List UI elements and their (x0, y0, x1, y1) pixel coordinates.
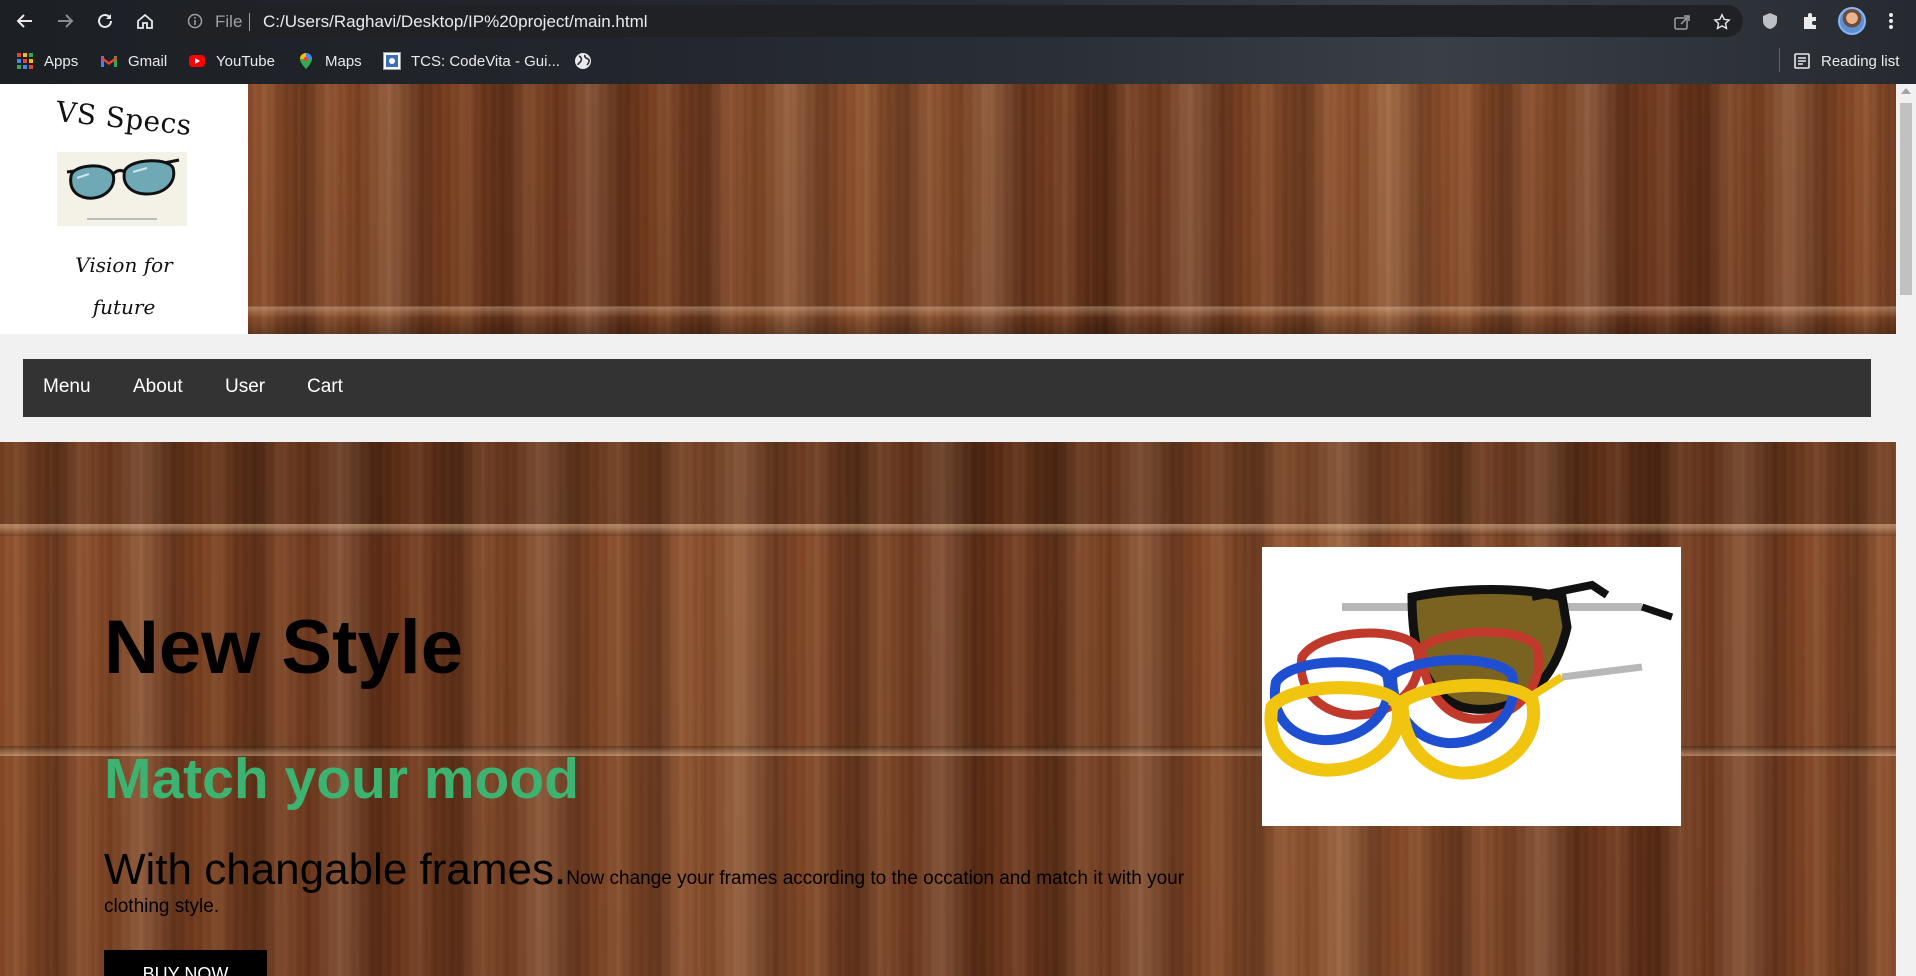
hero-top-band (0, 442, 1896, 526)
browser-toolbar: File C:/Users/Raghavi/Desktop/IP%20proje… (0, 0, 1916, 42)
address-bar[interactable]: File C:/Users/Raghavi/Desktop/IP%20proje… (173, 5, 1743, 37)
gmail-icon (101, 56, 117, 67)
codevita-icon (383, 52, 401, 70)
scheme-label: File (215, 12, 243, 31)
bookmark-label: Gmail (128, 52, 168, 70)
home-button[interactable] (130, 6, 160, 36)
logo-tagline-line1: Vision for (75, 253, 173, 277)
site-logo[interactable]: VS Specs Vision for future (0, 84, 248, 334)
bookmark-gmail[interactable]: Gmail (100, 50, 167, 72)
buy-now-button[interactable]: BUY NOW (104, 950, 267, 976)
bookmark-label: Apps (44, 52, 79, 70)
bookmarks-bar: Apps Gmail YouTube Maps TCS: CodeVita - … (0, 44, 1916, 78)
reading-list-icon (1794, 53, 1810, 69)
header-shelf-edge (248, 306, 1896, 334)
extensions-puzzle-icon[interactable] (1799, 10, 1821, 32)
globe-icon (575, 53, 591, 69)
logo-tagline-line2: future (92, 295, 156, 319)
logo-tagline: Vision for future (64, 244, 184, 328)
nav-link-cart[interactable]: Cart (307, 376, 343, 398)
back-arrow-icon (16, 14, 32, 28)
hero-title: New Style (104, 605, 464, 690)
reading-list-divider (1779, 48, 1780, 72)
youtube-icon (189, 55, 205, 67)
reading-list-label: Reading list (1821, 52, 1900, 70)
bookmark-codevita[interactable]: TCS: CodeVita - Gui... (383, 50, 560, 72)
bookmark-label: YouTube (216, 52, 275, 70)
bookmark-maps[interactable]: Maps (297, 50, 362, 72)
omnibox-divider (249, 13, 250, 31)
home-icon (137, 13, 153, 29)
nav-link-about[interactable]: About (133, 376, 183, 398)
sunglasses-logo-image (57, 152, 187, 226)
sunglasses-icon (66, 158, 180, 220)
nav-link-user[interactable]: User (225, 376, 265, 398)
shield-extension-icon[interactable] (1759, 10, 1781, 32)
bookmark-label: TCS: CodeVita - Gui... (411, 52, 560, 70)
reading-list-button[interactable]: Reading list (1793, 50, 1899, 72)
profile-avatar[interactable] (1838, 7, 1866, 35)
hero-description: With changable frames.Now change your fr… (104, 848, 1194, 921)
hero-lead: With changable frames. (104, 845, 567, 894)
reload-button[interactable] (90, 6, 120, 36)
url-text[interactable]: C:/Users/Raghavi/Desktop/IP%20project/ma… (263, 12, 648, 32)
product-image-glasses (1262, 547, 1681, 826)
maps-pin-icon (300, 53, 312, 69)
back-button[interactable] (10, 6, 40, 36)
bookmark-label: Maps (325, 52, 362, 70)
bookmark-star-icon[interactable] (1713, 13, 1731, 31)
interchangeable-frames-image (1264, 580, 1674, 780)
logo-title: VS Specs (54, 94, 194, 143)
header-banner (248, 84, 1896, 334)
bookmark-apps[interactable]: Apps (16, 50, 78, 72)
bookmark-globe[interactable] (574, 50, 602, 72)
hero-subtitle: Match your mood (104, 747, 580, 811)
main-navbar: Menu About User Cart (23, 359, 1871, 417)
reload-icon (98, 13, 112, 28)
scrollbar-thumb[interactable] (1900, 103, 1912, 295)
scroll-up-arrow-icon[interactable] (1901, 88, 1911, 94)
hero-shelf-edge (0, 524, 1896, 536)
bookmark-youtube[interactable]: YouTube (188, 50, 275, 72)
info-icon[interactable] (187, 13, 203, 29)
nav-link-menu[interactable]: Menu (43, 376, 91, 398)
browser-chrome: File C:/Users/Raghavi/Desktop/IP%20proje… (0, 0, 1916, 84)
share-icon[interactable] (1673, 13, 1691, 31)
forward-arrow-icon (58, 14, 74, 28)
apps-grid-icon (17, 53, 33, 69)
kebab-menu-icon[interactable] (1880, 10, 1902, 32)
forward-button[interactable] (50, 6, 80, 36)
